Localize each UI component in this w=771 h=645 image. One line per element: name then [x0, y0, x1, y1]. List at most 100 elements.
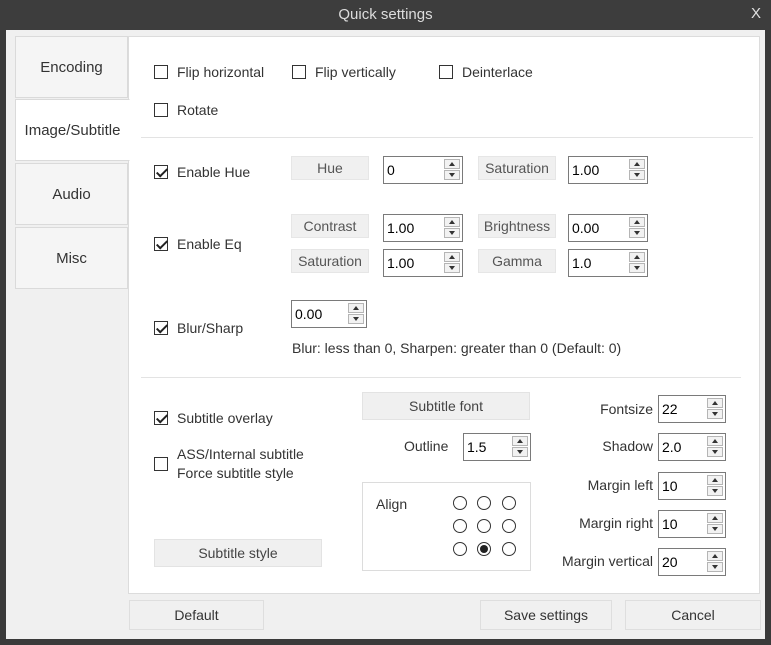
shadow-down-icon[interactable] [707, 447, 723, 457]
subtitle-overlay-checkbox[interactable] [154, 411, 168, 425]
align-radio-bottom-center[interactable] [477, 542, 491, 556]
align-label: Align [376, 496, 408, 512]
divider [141, 377, 741, 378]
margin-vertical-up-icon[interactable] [707, 551, 723, 561]
margin-left-down-icon[interactable] [707, 486, 723, 496]
fontsize-value: 22 [662, 401, 678, 417]
rotate-checkbox[interactable] [154, 103, 168, 117]
margin-left-value: 10 [662, 478, 678, 494]
margin-vertical-down-icon[interactable] [707, 562, 723, 572]
margin-left-up-icon[interactable] [707, 475, 723, 485]
title-bar: Quick settings X [0, 0, 771, 30]
enable-hue-checkbox[interactable] [154, 165, 168, 179]
align-radio-top-right[interactable] [502, 496, 516, 510]
hue-spinbox[interactable]: 0 [383, 156, 463, 184]
blur-sharp-label: Blur/Sharp [177, 320, 244, 336]
contrast-up-icon[interactable] [444, 217, 460, 227]
hue-down-icon[interactable] [444, 170, 460, 180]
cancel-button[interactable]: Cancel [625, 600, 761, 630]
blur-sharp-checkbox[interactable] [154, 321, 168, 335]
blur-down-icon[interactable] [348, 314, 364, 324]
contrast-down-icon[interactable] [444, 228, 460, 238]
blur-up-icon[interactable] [348, 303, 364, 313]
window-title: Quick settings [338, 6, 433, 23]
flip-horizontal-checkbox[interactable] [154, 65, 168, 79]
brightness-up-icon[interactable] [629, 217, 645, 227]
close-icon[interactable]: X [751, 5, 761, 22]
outline-value: 1.5 [467, 439, 487, 455]
shadow-spinbox[interactable]: 2.0 [658, 433, 726, 461]
margin-left-spinbox[interactable]: 10 [658, 472, 726, 500]
align-radio-middle-center[interactable] [477, 519, 491, 533]
tab-misc[interactable]: Misc [15, 227, 128, 289]
blur-hint: Blur: less than 0, Sharpen: greater than… [292, 340, 622, 356]
outline-down-icon[interactable] [512, 447, 528, 457]
tab-image-subtitle[interactable]: Image/Subtitle [15, 99, 130, 161]
hue-up-icon[interactable] [444, 159, 460, 169]
shadow-label: Shadow [602, 438, 653, 454]
subtitle-font-button[interactable]: Subtitle font [362, 392, 530, 420]
gamma-up-icon[interactable] [629, 252, 645, 262]
hue-saturation-spinbox[interactable]: 1.00 [568, 156, 648, 184]
hue-saturation-down-icon[interactable] [629, 170, 645, 180]
eq-saturation-down-icon[interactable] [444, 263, 460, 273]
subtitle-style-button[interactable]: Subtitle style [154, 539, 322, 567]
flip-horizontal-label: Flip horizontal [177, 64, 265, 80]
fontsize-spinbox[interactable]: 22 [658, 395, 726, 423]
default-button[interactable]: Default [129, 600, 264, 630]
enable-hue-label: Enable Hue [177, 164, 251, 180]
divider [141, 137, 753, 138]
fontsize-up-icon[interactable] [707, 398, 723, 408]
force-subtitle-label-line2: Force subtitle style [177, 465, 294, 481]
fontsize-down-icon[interactable] [707, 409, 723, 419]
brightness-down-icon[interactable] [629, 228, 645, 238]
fontsize-label: Fontsize [600, 401, 653, 417]
align-radio-bottom-left[interactable] [453, 542, 467, 556]
align-group: Align [362, 482, 531, 571]
shadow-value: 2.0 [662, 439, 682, 455]
gamma-value: 1.0 [572, 255, 592, 271]
enable-eq-label: Enable Eq [177, 236, 242, 252]
hue-label: Hue [291, 156, 369, 180]
rotate-label: Rotate [177, 102, 219, 118]
shadow-up-icon[interactable] [707, 436, 723, 446]
brightness-spinbox[interactable]: 0.00 [568, 214, 648, 242]
margin-vertical-value: 20 [662, 554, 678, 570]
flip-vertically-label: Flip vertically [315, 64, 396, 80]
outline-up-icon[interactable] [512, 436, 528, 446]
align-radio-middle-left[interactable] [453, 519, 467, 533]
align-radio-top-left[interactable] [453, 496, 467, 510]
eq-saturation-label: Saturation [291, 249, 369, 273]
margin-right-up-icon[interactable] [707, 513, 723, 523]
flip-vertically-checkbox[interactable] [292, 65, 306, 79]
align-radio-top-center[interactable] [477, 496, 491, 510]
margin-right-value: 10 [662, 516, 678, 532]
tab-audio[interactable]: Audio [15, 163, 128, 225]
save-settings-button[interactable]: Save settings [480, 600, 612, 630]
force-subtitle-style-checkbox[interactable] [154, 457, 168, 471]
hue-saturation-value: 1.00 [572, 162, 600, 178]
eq-saturation-value: 1.00 [387, 255, 415, 271]
hue-value: 0 [387, 162, 395, 178]
enable-eq-checkbox[interactable] [154, 237, 168, 251]
deinterlace-checkbox[interactable] [439, 65, 453, 79]
contrast-label: Contrast [291, 214, 369, 238]
blur-spinbox[interactable]: 0.00 [291, 300, 367, 328]
tab-encoding[interactable]: Encoding [15, 36, 128, 98]
margin-vertical-spinbox[interactable]: 20 [658, 548, 726, 576]
outline-spinbox[interactable]: 1.5 [463, 433, 531, 461]
margin-left-label: Margin left [587, 477, 653, 493]
margin-right-spinbox[interactable]: 10 [658, 510, 726, 538]
brightness-value: 0.00 [572, 220, 600, 236]
gamma-spinbox[interactable]: 1.0 [568, 249, 648, 277]
margin-right-down-icon[interactable] [707, 524, 723, 534]
hue-saturation-up-icon[interactable] [629, 159, 645, 169]
gamma-down-icon[interactable] [629, 263, 645, 273]
align-radio-bottom-right[interactable] [502, 542, 516, 556]
outline-label: Outline [404, 438, 449, 454]
contrast-spinbox[interactable]: 1.00 [383, 214, 463, 242]
margin-right-label: Margin right [579, 515, 653, 531]
eq-saturation-spinbox[interactable]: 1.00 [383, 249, 463, 277]
align-radio-middle-right[interactable] [502, 519, 516, 533]
eq-saturation-up-icon[interactable] [444, 252, 460, 262]
